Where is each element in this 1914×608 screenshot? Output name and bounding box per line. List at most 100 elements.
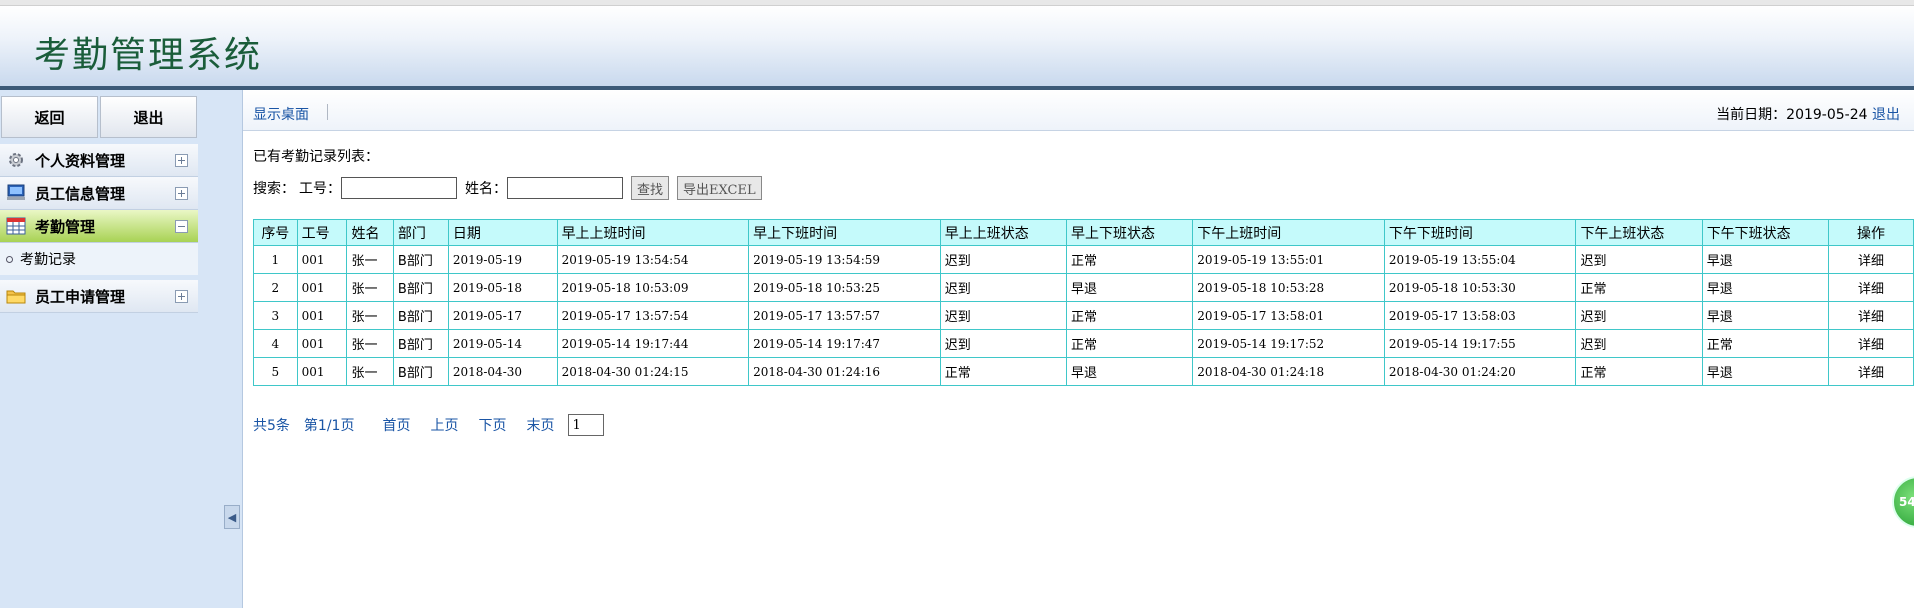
cell-pm-in-time: 2019-05-17 13:58:01 xyxy=(1192,301,1385,330)
table-row: 2 001 张一 B部门 2019-05-18 2019-05-18 10:53… xyxy=(253,273,1914,302)
first-page-link[interactable]: 首页 xyxy=(382,415,410,435)
cell-pm-out-time: 2019-05-17 13:58:03 xyxy=(1383,301,1577,330)
floating-badge-text: 54 xyxy=(1899,495,1914,509)
cell-pm-out-time: 2018-04-30 01:24:20 xyxy=(1383,357,1577,386)
cell-pm-out-status: 早退 xyxy=(1701,357,1829,386)
cell-am-out-time: 2019-05-19 13:54:59 xyxy=(748,245,941,274)
prev-page-link[interactable]: 上页 xyxy=(430,415,458,435)
detail-link[interactable]: 详细 xyxy=(1827,329,1914,358)
column-header: 早上下班状态 xyxy=(1065,219,1194,246)
chevron-left-icon: ◀ xyxy=(227,510,237,524)
cell-am-out-time: 2019-05-14 19:17:47 xyxy=(748,329,941,358)
last-page-link[interactable]: 末页 xyxy=(526,415,554,435)
cell-am-in-time: 2019-05-17 13:57:54 xyxy=(556,301,750,330)
column-header: 早上下班时间 xyxy=(748,219,941,246)
cell-name: 张一 xyxy=(346,357,394,386)
cell-am-in-time: 2019-05-14 19:17:44 xyxy=(556,329,750,358)
detail-link[interactable]: 详细 xyxy=(1827,301,1914,330)
page-select[interactable]: 1 xyxy=(568,414,605,436)
table-row: 5 001 张一 B部门 2018-04-30 2018-04-30 01:24… xyxy=(253,357,1914,386)
cell-am-in-time: 2019-05-19 13:54:54 xyxy=(556,245,750,274)
cell-date: 2019-05-17 xyxy=(447,301,558,330)
cell-department: B部门 xyxy=(392,329,449,358)
cell-am-in-status: 正常 xyxy=(939,357,1068,386)
toolbar-logout-link[interactable]: 退出 xyxy=(1872,107,1900,123)
column-header: 操作 xyxy=(1827,219,1914,246)
expand-icon[interactable] xyxy=(175,289,188,303)
sidebar-item-employee-info[interactable]: 员工信息管理 xyxy=(0,177,198,210)
find-button[interactable]: 查找 xyxy=(631,176,670,200)
export-excel-button[interactable]: 导出EXCEL xyxy=(677,176,762,200)
detail-link[interactable]: 详细 xyxy=(1827,357,1914,386)
cell-pm-out-status: 早退 xyxy=(1701,301,1829,330)
collapse-icon[interactable] xyxy=(175,219,188,233)
cell-name: 张一 xyxy=(346,245,394,274)
cell-pm-out-status: 正常 xyxy=(1701,329,1829,358)
cell-pm-out-status: 早退 xyxy=(1701,245,1829,274)
cell-am-in-status: 迟到 xyxy=(939,273,1068,302)
sidebar-subitem-label: 考勤记录 xyxy=(20,252,76,268)
sidebar-item-applications[interactable]: 员工申请管理 xyxy=(0,280,198,313)
cell-pm-out-time: 2019-05-19 13:55:04 xyxy=(1383,245,1577,274)
sidebar-item-label: 员工信息管理 xyxy=(35,184,126,203)
sidebar-item-label: 个人资料管理 xyxy=(35,151,126,170)
sidebar-item-label: 员工申请管理 xyxy=(35,287,126,306)
cell-index: 1 xyxy=(253,245,298,274)
table-header-row: 序号 工号 姓名 部门 日期 早上上班时间 早上下班时间 早上上班状态 早上下班… xyxy=(253,219,1914,246)
back-button[interactable]: 返回 xyxy=(1,96,98,138)
column-header: 早上上班状态 xyxy=(939,219,1068,246)
column-header: 下午下班时间 xyxy=(1383,219,1577,246)
search-label: 搜索： xyxy=(253,181,295,197)
sidebar: 返回 退出 个人资料管理 员工信息管理 考勤管理 考勤记录 员工申请管理 ◀ xyxy=(0,90,243,608)
column-header: 下午下班状态 xyxy=(1701,219,1829,246)
expand-icon[interactable] xyxy=(175,153,188,167)
cell-am-out-time: 2019-05-18 10:53:25 xyxy=(748,273,941,302)
cell-am-in-status: 迟到 xyxy=(939,301,1068,330)
column-header: 部门 xyxy=(392,219,449,246)
cell-am-in-time: 2018-04-30 01:24:15 xyxy=(556,357,750,386)
cell-am-out-status: 正常 xyxy=(1065,245,1194,274)
app-title: 考勤管理系统 xyxy=(34,35,263,76)
column-header: 下午上班状态 xyxy=(1575,219,1703,246)
folder-icon xyxy=(5,286,27,306)
cell-am-in-time: 2019-05-18 10:53:09 xyxy=(556,273,750,302)
date-label: 当前日期： xyxy=(1716,107,1787,123)
column-header: 序号 xyxy=(253,219,298,246)
employee-name-input[interactable] xyxy=(507,177,623,199)
cell-date: 2019-05-19 xyxy=(447,245,558,274)
cell-employee-id: 001 xyxy=(296,273,348,302)
detail-link[interactable]: 详细 xyxy=(1827,273,1914,302)
expand-icon[interactable] xyxy=(175,186,188,200)
toolbar-separator xyxy=(327,104,328,120)
cell-index: 2 xyxy=(253,273,298,302)
logout-button[interactable]: 退出 xyxy=(100,96,197,138)
table-row: 3 001 张一 B部门 2019-05-17 2019-05-17 13:57… xyxy=(253,301,1914,330)
cell-pm-in-time: 2019-05-18 10:53:28 xyxy=(1192,273,1385,302)
cell-employee-id: 001 xyxy=(296,357,348,386)
cell-pm-in-status: 正常 xyxy=(1575,357,1703,386)
bullet-icon xyxy=(6,255,13,263)
cell-pm-in-status: 迟到 xyxy=(1575,301,1703,330)
detail-link[interactable]: 详细 xyxy=(1827,245,1914,274)
cell-employee-id: 001 xyxy=(296,301,348,330)
show-desktop-link[interactable]: 显示桌面 xyxy=(253,104,309,124)
next-page-link[interactable]: 下页 xyxy=(478,415,506,435)
cell-am-out-time: 2019-05-17 13:57:57 xyxy=(748,301,941,330)
pagination: 共5条 第1/1页 首页 上页 下页 末页 1 xyxy=(253,414,605,436)
cell-am-in-status: 迟到 xyxy=(939,329,1068,358)
cell-name: 张一 xyxy=(346,273,394,302)
search-bar: 搜索： 工号： 姓名： 查找 导出EXCEL xyxy=(253,176,770,200)
main-content: 显示桌面 当前日期：2019-05-24 退出 已有考勤记录列表： 搜索： 工号… xyxy=(243,90,1914,608)
sidebar-item-attendance[interactable]: 考勤管理 xyxy=(0,210,198,243)
cell-pm-out-time: 2019-05-18 10:53:30 xyxy=(1383,273,1577,302)
sidebar-item-profile[interactable]: 个人资料管理 xyxy=(0,144,198,177)
cell-pm-in-time: 2019-05-14 19:17:52 xyxy=(1192,329,1385,358)
sidebar-subitem-attendance-records[interactable]: 考勤记录 xyxy=(0,243,198,275)
sidebar-collapse-handle[interactable]: ◀ xyxy=(224,505,240,529)
employee-id-input[interactable] xyxy=(341,177,457,199)
calendar-icon xyxy=(5,216,27,236)
cell-employee-id: 001 xyxy=(296,329,348,358)
table-row: 1 001 张一 B部门 2019-05-19 2019-05-19 13:54… xyxy=(253,245,1914,274)
page-info: 第1/1页 xyxy=(303,418,355,434)
cell-index: 4 xyxy=(253,329,298,358)
